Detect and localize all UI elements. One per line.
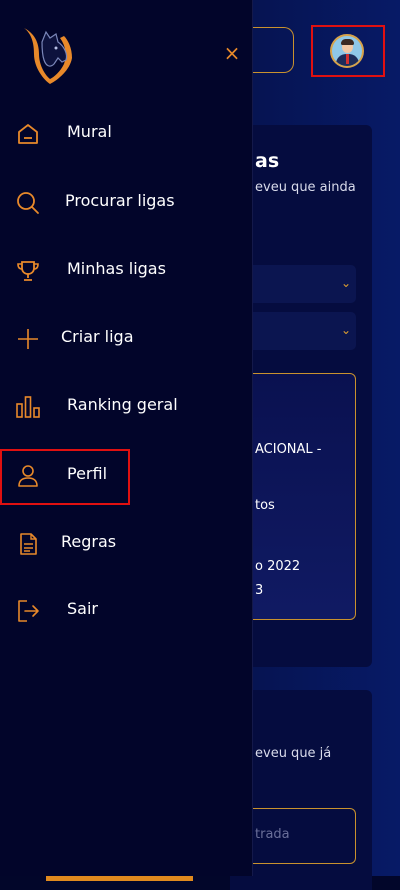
menu-item-label: Procurar ligas xyxy=(65,191,175,210)
home-icon xyxy=(18,124,38,144)
league-card-name: ACIONAL - xyxy=(255,442,322,457)
chevron-down-icon: ⌄ xyxy=(340,276,351,290)
avatar-highlight xyxy=(311,25,385,77)
leagues-card-title: as xyxy=(255,150,280,172)
document-icon xyxy=(20,533,37,555)
perfil-highlight-box xyxy=(0,449,130,505)
league-card-extra: 3 xyxy=(255,583,264,598)
menu-item-label: Regras xyxy=(61,532,117,551)
bar-chart-icon xyxy=(16,396,40,418)
code-input-placeholder: trada xyxy=(255,827,290,842)
menu-item-criar-liga[interactable]: Criar liga xyxy=(0,318,253,358)
close-drawer-button[interactable]: × xyxy=(222,43,242,63)
logout-icon xyxy=(18,600,39,622)
joined-leagues-text: eveu que já xyxy=(255,746,332,761)
menu-item-label: Sair xyxy=(67,599,98,618)
menu-item-label: Mural xyxy=(67,122,112,141)
leagues-card-text: eveu que ainda xyxy=(255,180,356,195)
menu-item-procurar-ligas[interactable]: Procurar ligas xyxy=(0,182,253,222)
menu-item-minhas-ligas[interactable]: Minhas ligas xyxy=(0,250,253,290)
chevron-down-icon: ⌄ xyxy=(340,323,351,337)
side-drawer: × Mural Procurar ligas Minhas ligas Cria… xyxy=(0,0,253,876)
user-avatar-button[interactable] xyxy=(330,34,364,68)
menu-item-regras[interactable]: Regras xyxy=(0,523,253,563)
search-icon xyxy=(17,192,39,214)
menu-item-sair[interactable]: Sair xyxy=(0,590,253,630)
menu-item-label: Minhas ligas xyxy=(67,259,166,278)
league-card-detail: tos xyxy=(255,498,275,513)
close-icon: × xyxy=(223,41,241,65)
league-card-date: o 2022 xyxy=(255,559,301,574)
plus-icon xyxy=(18,329,38,349)
menu-item-ranking-geral[interactable]: Ranking geral xyxy=(0,386,253,426)
horse-logo-icon xyxy=(24,28,72,84)
menu-item-mural[interactable]: Mural xyxy=(0,113,253,153)
menu-item-label: Ranking geral xyxy=(67,395,178,414)
menu-item-label: Criar liga xyxy=(61,327,134,346)
trophy-icon xyxy=(17,261,39,281)
